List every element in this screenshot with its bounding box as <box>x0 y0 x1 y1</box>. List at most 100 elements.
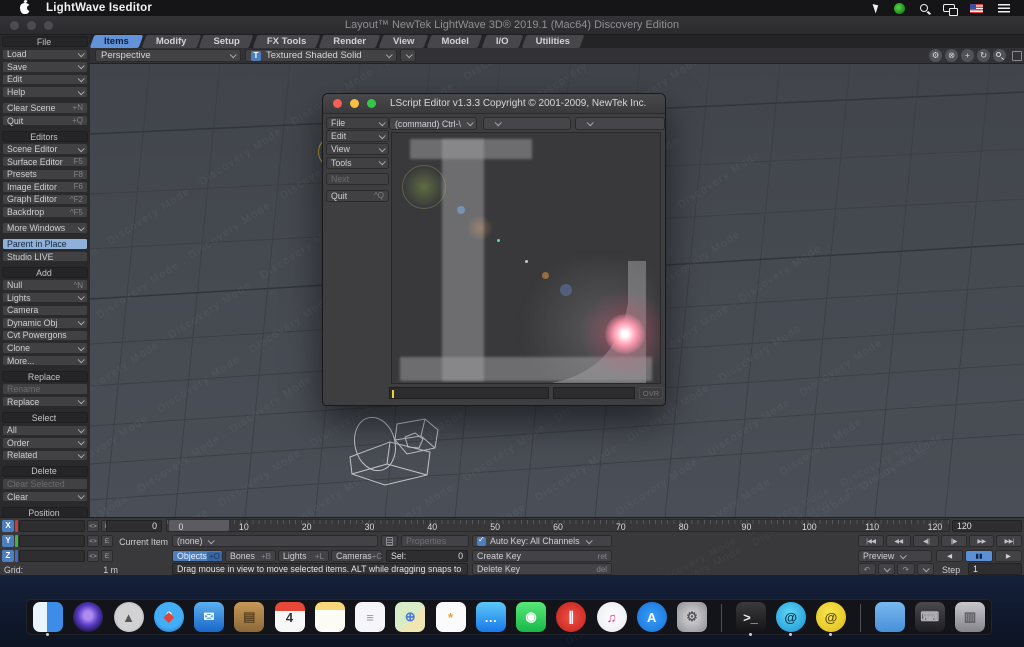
tab[interactable]: Utilities <box>524 35 582 48</box>
lscript-menu-item[interactable]: Edit <box>326 130 389 142</box>
sidebar-item[interactable]: More Windows <box>2 222 88 233</box>
end-frame-field[interactable]: 120 <box>952 520 1022 532</box>
delete-key-button[interactable]: Delete Key del <box>472 563 612 575</box>
viewport-rotate-icon[interactable]: ↻ <box>977 49 990 62</box>
undo-dropdown-button[interactable] <box>878 563 896 575</box>
dock-itunes-icon[interactable]: ♫ <box>597 602 627 632</box>
viewport-move-icon[interactable]: + <box>961 49 974 62</box>
dock-folder-icon[interactable] <box>875 602 905 632</box>
sidebar-item[interactable]: Cvt Powergons <box>2 330 88 341</box>
dock-mail-icon[interactable]: ✉ <box>194 602 224 632</box>
dock-trash-icon[interactable]: ▥ <box>955 602 985 632</box>
tab[interactable]: Setup <box>201 35 251 48</box>
close-icon[interactable] <box>333 99 342 108</box>
green-app-icon[interactable] <box>894 3 905 14</box>
sidebar-item[interactable]: Null ^N <box>2 279 88 290</box>
transport-button[interactable]: ◀◀ <box>886 535 912 547</box>
sidebar-item[interactable]: Help <box>2 86 88 97</box>
sidebar-item[interactable]: Scene Editor <box>2 143 88 154</box>
dock-reminders-icon[interactable]: ≡ <box>355 602 385 632</box>
keyboard-flag-icon[interactable] <box>970 4 983 13</box>
sidebar-item[interactable]: More... <box>2 355 88 366</box>
window-titlebar[interactable]: Layout™ NewTek LightWave 3D® 2019.1 (Mac… <box>0 16 1024 35</box>
sidebar-item[interactable]: Surface Editor F5 <box>2 156 88 167</box>
zoom-icon[interactable] <box>367 99 376 108</box>
lscript-menu-item[interactable]: File <box>326 117 389 129</box>
item-type-button[interactable]: Bones +B <box>225 550 276 562</box>
dock-siri-icon[interactable] <box>73 602 103 632</box>
viewport-extra-dropdown[interactable] <box>400 49 416 62</box>
timeline-ruler[interactable]: 0102030405060708090100110120 <box>166 519 950 532</box>
sidebar-item[interactable]: Dynamic Obj <box>2 317 88 328</box>
shading-mode-dropdown[interactable]: T Textured Shaded Solid <box>245 49 397 62</box>
pointer-icon[interactable] <box>873 2 881 13</box>
item-type-button[interactable]: Objects +O <box>172 550 223 562</box>
displays-icon[interactable] <box>943 4 955 12</box>
dock-system-preferences-icon[interactable]: ⚙ <box>677 602 707 632</box>
sidebar-item[interactable]: Save <box>2 61 88 72</box>
sidebar-item[interactable]: Lights <box>2 292 88 303</box>
viewport-zoom-icon[interactable] <box>993 49 1006 62</box>
lscript-menu-item[interactable]: Quit ^Q <box>326 190 389 202</box>
transport-button[interactable]: ▶▶ <box>969 535 995 547</box>
undo-button[interactable]: ↶ <box>858 563 876 575</box>
autokey-dropdown[interactable]: Auto Key: All Channels <box>472 535 612 547</box>
tab[interactable]: View <box>381 35 426 48</box>
dock-divider[interactable] <box>856 602 864 632</box>
dock-notes-icon[interactable] <box>315 602 345 632</box>
dock-launchpad-icon[interactable]: ▲ <box>114 602 144 632</box>
sidebar-item[interactable]: Quit +Q <box>2 115 88 126</box>
sidebar-item[interactable]: Clear Selected <box>2 478 88 489</box>
lscript-dropdown-3[interactable] <box>575 117 665 130</box>
sidebar-item[interactable]: Edit <box>2 74 88 85</box>
tab[interactable]: Render <box>321 35 378 48</box>
dock-contacts-icon[interactable]: ▤ <box>234 602 264 632</box>
view-mode-dropdown[interactable]: Perspective <box>95 49 241 62</box>
item-list-button[interactable] <box>381 535 398 547</box>
transport-button[interactable]: ◀|| <box>913 535 939 547</box>
apple-menu-icon[interactable] <box>20 3 30 14</box>
lscript-titlebar[interactable]: LScript Editor v1.3.3 Copyright © 2001-2… <box>323 94 665 114</box>
sidebar-item[interactable]: Studio LIVE <box>2 251 88 262</box>
lscript-menu-item[interactable]: Tools <box>326 157 389 169</box>
dock-news-icon[interactable]: ∥ <box>556 602 586 632</box>
dock-safari-icon[interactable]: ◆ <box>154 602 184 632</box>
sidebar-item[interactable]: Presets F8 <box>2 169 88 180</box>
sidebar-item[interactable]: Graph Editor ^F2 <box>2 194 88 205</box>
minimize-icon[interactable] <box>350 99 359 108</box>
dock-lightwave-layout-icon[interactable]: @ <box>776 602 806 632</box>
pause-button[interactable]: ▮▮ <box>965 550 992 562</box>
dock-finder-icon[interactable] <box>33 602 63 632</box>
lscript-command-input[interactable] <box>389 387 549 399</box>
sidebar-item[interactable]: Backdrop ^F5 <box>2 206 88 217</box>
viewport-gear-icon[interactable]: ⚙ <box>929 49 942 62</box>
tab[interactable]: Modify <box>144 35 199 48</box>
tab[interactable]: Items <box>92 35 141 48</box>
dock-minimized-window-icon[interactable]: ⌨ <box>915 602 945 632</box>
create-key-button[interactable]: Create Key ret <box>472 550 612 562</box>
lscript-editor-window[interactable]: LScript Editor v1.3.3 Copyright © 2001-2… <box>322 93 666 406</box>
sidebar-item[interactable]: Parent in Place <box>2 238 88 249</box>
tab[interactable]: FX Tools <box>255 35 318 48</box>
redo-button[interactable]: ↷ <box>897 563 915 575</box>
dock-terminal-icon[interactable]: >_ <box>736 602 766 632</box>
ovr-button[interactable]: OVR <box>639 387 663 399</box>
dock-app-store-icon[interactable]: A <box>637 602 667 632</box>
pane-toggle-button[interactable] <box>1012 51 1022 61</box>
viewport-center-icon[interactable]: ⊗ <box>945 49 958 62</box>
lscript-menu-item[interactable]: View <box>326 143 389 155</box>
perspective-viewport[interactable]: Discovery Mode . Discovery Mode . Discov… <box>90 64 1024 517</box>
current-frame-field[interactable]: 0 <box>106 520 162 532</box>
dock-lightwave-modeler-icon[interactable]: @ <box>816 602 846 632</box>
transport-button[interactable]: ||▶ <box>941 535 967 547</box>
sidebar-item[interactable]: Clone <box>2 342 88 353</box>
tab[interactable]: I/O <box>484 35 521 48</box>
lscript-menu-item[interactable]: Next <box>326 173 389 185</box>
sidebar-item[interactable]: Order <box>2 437 88 448</box>
current-item-dropdown[interactable]: (none) <box>172 535 378 547</box>
dock-divider[interactable] <box>717 602 725 632</box>
dock-facetime-icon[interactable]: ◉ <box>516 602 546 632</box>
sidebar-item[interactable]: All <box>2 425 88 436</box>
sidebar-item[interactable]: Clear Scene +N <box>2 102 88 113</box>
properties-button[interactable]: Properties <box>401 535 469 547</box>
